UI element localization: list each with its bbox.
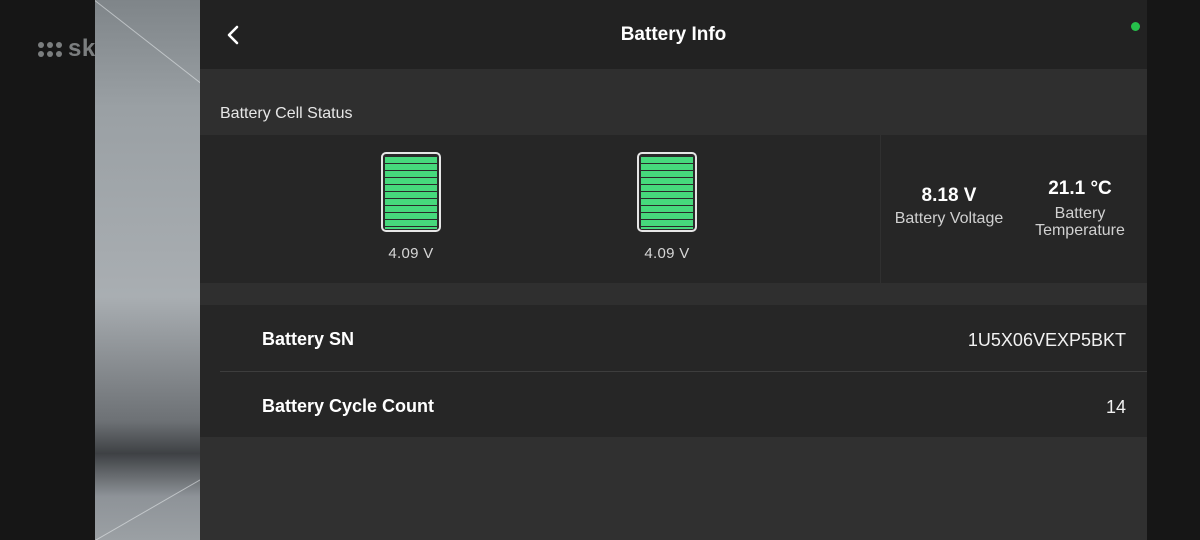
- battery-temperature-value: 21.1 °C: [1048, 178, 1112, 199]
- cell-status-section-header: Battery Cell Status: [200, 69, 1147, 135]
- cell-voltage: 4.09 V: [644, 245, 690, 262]
- page-title: Battery Info: [620, 24, 727, 45]
- battery-temperature-stat: 21.1 °C Battery Temperature: [1021, 178, 1139, 239]
- battery-cycle-label: Battery Cycle Count: [262, 396, 435, 416]
- battery-cycle-value: 14: [1105, 397, 1126, 417]
- battery-sn-value: 1U5X06VEXP5BKT: [967, 330, 1126, 350]
- battery-info-screen: Battery Info Battery Cell Status 4.09 V …: [200, 0, 1147, 540]
- battery-cell-icon: [381, 152, 441, 232]
- top-bar: Battery Info: [200, 0, 1147, 69]
- battery-temperature-label-line2: Temperature: [1035, 222, 1125, 239]
- status-dot-icon: [1131, 22, 1140, 31]
- battery-temperature-label-line1: Battery: [1054, 205, 1106, 222]
- battery-cell-1: 4.09 V: [378, 152, 444, 262]
- camera-feed-background: [95, 0, 200, 540]
- battery-cells-panel: 4.09 V 4.09 V: [200, 135, 880, 283]
- battery-sn-label: Battery SN: [262, 329, 355, 349]
- cell-charge-fill: [641, 157, 693, 229]
- battery-voltage-stat: 8.18 V Battery Voltage: [883, 185, 1015, 227]
- right-letterbox: [1147, 0, 1200, 540]
- battery-stats-panel: 8.18 V Battery Voltage 21.1 °C Battery T…: [881, 135, 1147, 283]
- cell-voltage: 4.09 V: [388, 245, 434, 262]
- section-spacer: [200, 283, 1147, 305]
- battery-cell-2: 4.09 V: [634, 152, 700, 262]
- battery-voltage-label: Battery Voltage: [894, 210, 1004, 227]
- section-title: Battery Cell Status: [220, 105, 353, 122]
- battery-cell-icon: [637, 152, 697, 232]
- cell-charge-fill: [385, 157, 437, 229]
- battery-info-list: Battery SN 1U5X06VEXP5BKT Battery Cycle …: [200, 305, 1147, 437]
- battery-sn-row: Battery SN 1U5X06VEXP5BKT: [220, 305, 1147, 371]
- left-letterbox: [0, 0, 95, 540]
- battery-cycle-row: Battery Cycle Count 14: [220, 372, 1147, 438]
- watermark-dots-icon: [38, 41, 62, 57]
- battery-voltage-value: 8.18 V: [921, 185, 977, 206]
